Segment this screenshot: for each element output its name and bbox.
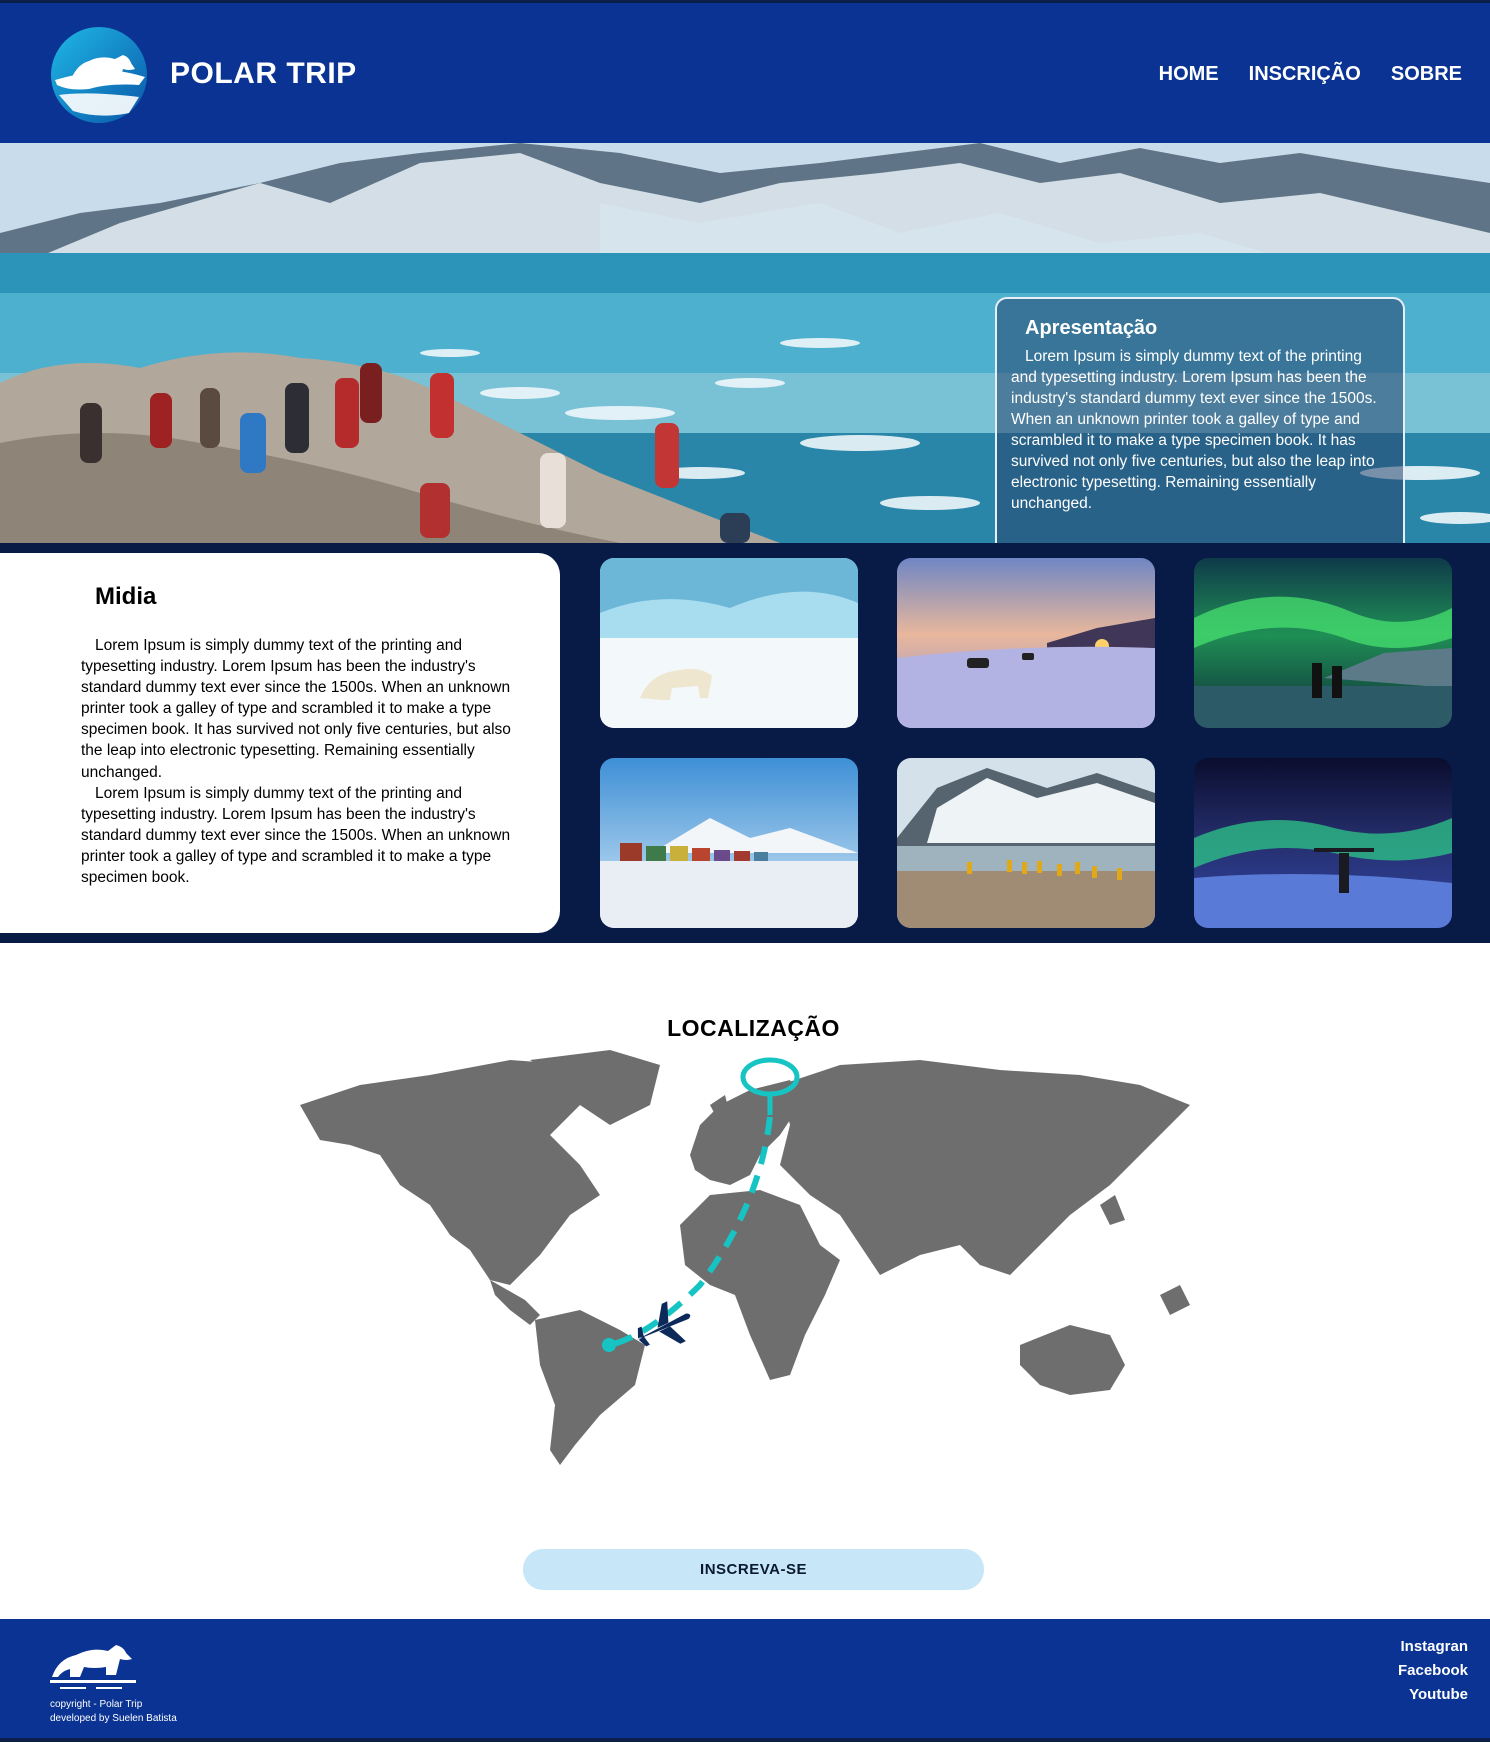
gallery-photo-hikers-shore[interactable] bbox=[897, 758, 1155, 928]
presentation-text: Lorem Ipsum is simply dummy text of the … bbox=[1011, 348, 1377, 512]
gallery-photo-colorful-houses[interactable] bbox=[600, 758, 858, 928]
origin-dot-icon bbox=[602, 1338, 616, 1352]
media-text: Lorem Ipsum is simply dummy text of the … bbox=[81, 635, 526, 888]
media-section: Midia Lorem Ipsum is simply dummy text o… bbox=[0, 543, 1490, 943]
instagram-link[interactable]: Instagran bbox=[1398, 1635, 1468, 1659]
main-nav: HOME INSCRIÇÃO SOBRE bbox=[1159, 63, 1462, 86]
copyright-text: copyright - Polar Trip bbox=[50, 1699, 143, 1710]
world-map-route bbox=[300, 1050, 1190, 1465]
media-text-card: Midia Lorem Ipsum is simply dummy text o… bbox=[0, 553, 560, 933]
gallery-photo-polar-bear[interactable] bbox=[600, 558, 858, 728]
gallery-photo-aurora-night[interactable] bbox=[1194, 758, 1452, 928]
youtube-link[interactable]: Youtube bbox=[1398, 1683, 1468, 1707]
nav-inscricao-link[interactable]: INSCRIÇÃO bbox=[1249, 63, 1361, 86]
developer-text: developed by Suelen Batista bbox=[50, 1713, 177, 1724]
media-title: Midia bbox=[95, 583, 157, 610]
gallery-photo-aurora-people[interactable] bbox=[1194, 558, 1452, 728]
facebook-link[interactable]: Facebook bbox=[1398, 1659, 1468, 1683]
subscribe-button[interactable]: INSCREVA-SE bbox=[523, 1549, 984, 1590]
media-paragraph: Lorem Ipsum is simply dummy text of the … bbox=[81, 637, 511, 781]
brand-name: POLAR TRIP bbox=[170, 57, 357, 90]
hero-banner: Apresentação Lorem Ipsum is simply dummy… bbox=[0, 143, 1490, 543]
nav-home-link[interactable]: HOME bbox=[1159, 63, 1219, 86]
site-footer: copyright - Polar Trip developed by Suel… bbox=[0, 1619, 1490, 1742]
social-links: Instagran Facebook Youtube bbox=[1398, 1635, 1468, 1707]
footer-credits: copyright - Polar Trip developed by Suel… bbox=[50, 1698, 177, 1726]
gallery-photo-snowmobile-sunset[interactable] bbox=[897, 558, 1155, 728]
presentation-title: Apresentação bbox=[1025, 317, 1158, 339]
polar-bear-footer-icon bbox=[50, 1645, 136, 1689]
polar-bear-logo-icon[interactable] bbox=[49, 25, 149, 125]
site-header: POLAR TRIP HOME INSCRIÇÃO SOBRE bbox=[0, 0, 1490, 143]
media-paragraph: Lorem Ipsum is simply dummy text of the … bbox=[81, 784, 511, 887]
presentation-card: Apresentação Lorem Ipsum is simply dummy… bbox=[995, 297, 1405, 543]
nav-sobre-link[interactable]: SOBRE bbox=[1391, 63, 1462, 86]
location-title: LOCALIZAÇÃO bbox=[667, 1015, 840, 1042]
